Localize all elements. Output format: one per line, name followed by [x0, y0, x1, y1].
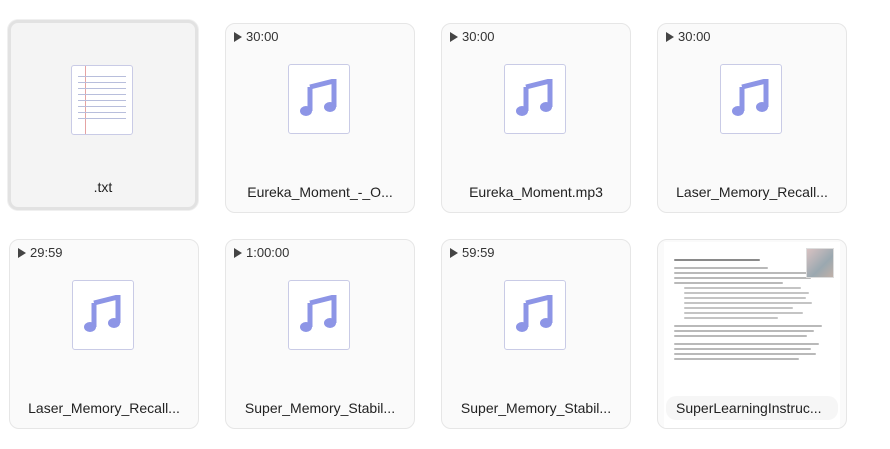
play-icon — [666, 31, 674, 42]
file-name: Eureka_Moment_-_O... — [247, 184, 393, 200]
file-name: Laser_Memory_Recall... — [28, 400, 180, 416]
duration-badge: 30:00 — [450, 29, 495, 44]
file-tile-audio[interactable]: 1:00:00 Super_Memory_Stabil... — [225, 239, 415, 429]
file-tile-audio[interactable]: 59:59 Super_Memory_Stabil... — [441, 239, 631, 429]
file-name: SuperLearningInstruc... — [666, 396, 838, 420]
file-tile-audio[interactable]: 30:00 Eureka_Moment.mp3 — [441, 23, 631, 213]
duration-text: 30:00 — [678, 29, 711, 44]
file-name: Super_Memory_Stabil... — [244, 400, 396, 416]
duration-text: 30:00 — [246, 29, 279, 44]
duration-text: 1:00:00 — [246, 245, 290, 260]
file-name: Eureka_Moment.mp3 — [469, 184, 603, 200]
play-icon — [234, 247, 242, 258]
file-name: Super_Memory_Stabil... — [460, 400, 612, 416]
play-icon — [18, 247, 26, 258]
document-image — [806, 248, 834, 278]
file-tile-audio[interactable]: 30:00 Laser_Memory_Recall... — [657, 23, 847, 213]
duration-badge: 30:00 — [234, 29, 279, 44]
play-icon — [450, 247, 458, 258]
music-note-icon — [288, 64, 350, 134]
duration-badge: 59:59 — [450, 245, 495, 260]
music-note-icon — [504, 280, 566, 350]
duration-text: 59:59 — [462, 245, 495, 260]
duration-badge: 29:59 — [18, 245, 63, 260]
text-file-icon — [71, 65, 133, 135]
file-tile-audio[interactable]: 29:59 Laser_Memory_Recall... — [9, 239, 199, 429]
duration-text: 30:00 — [462, 29, 495, 44]
music-note-icon — [288, 280, 350, 350]
play-icon — [234, 31, 242, 42]
file-tile-document[interactable]: SuperLearningInstruc... — [657, 239, 847, 429]
duration-badge: 1:00:00 — [234, 245, 289, 260]
play-icon — [450, 31, 458, 42]
file-tile-txt[interactable]: .txt — [8, 20, 198, 210]
file-name: .txt — [93, 179, 113, 195]
music-note-icon — [504, 64, 566, 134]
file-tile-audio[interactable]: 30:00 Eureka_Moment_-_O... — [225, 23, 415, 213]
duration-text: 29:59 — [30, 245, 63, 260]
music-note-icon — [72, 280, 134, 350]
duration-badge: 30:00 — [666, 29, 711, 44]
file-name: Laser_Memory_Recall... — [676, 184, 828, 200]
music-note-icon — [720, 64, 782, 134]
